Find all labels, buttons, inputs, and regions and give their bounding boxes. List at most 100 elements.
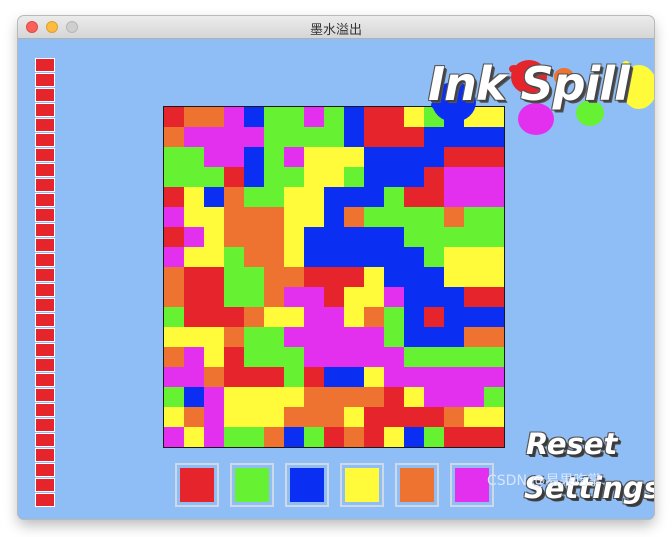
move-remaining-cell [35,388,55,402]
board-cell [444,187,464,207]
board-cell [244,227,264,247]
board-cell [184,427,204,447]
board-cell [264,387,284,407]
board-cell [264,207,284,227]
board-cell [384,107,404,127]
board-cell [484,287,504,307]
board-cell [164,187,184,207]
board-cell [304,187,324,207]
board-cell [344,427,364,447]
move-remaining-cell [35,403,55,417]
board-cell [164,227,184,247]
move-remaining-cell [35,358,55,372]
board-cell [444,227,464,247]
board-cell [164,147,184,167]
board-cell [264,407,284,427]
board-cell [304,287,324,307]
board-cell [464,367,484,387]
board-cell [384,247,404,267]
board-cell [364,227,384,247]
board-cell [264,147,284,167]
board-cell [284,307,304,327]
board-cell [204,187,224,207]
move-remaining-cell [35,118,55,132]
reset-button[interactable]: Reset [526,427,617,461]
board-cell [204,427,224,447]
board-cell [424,147,444,167]
board-cell [204,147,224,167]
board-cell [224,187,244,207]
move-remaining-cell [35,433,55,447]
board-cell [184,147,204,167]
board-cell [384,327,404,347]
board-cell [244,427,264,447]
board-cell [464,387,484,407]
board-cell [344,207,364,227]
board-cell [444,387,464,407]
board-cell [444,407,464,427]
board-cell [484,387,504,407]
board-cell [304,427,324,447]
board-cell [324,387,344,407]
color-swatch [235,468,269,502]
move-remaining-cell [35,208,55,222]
board-cell [364,407,384,427]
board-cell [344,227,364,247]
move-remaining-cell [35,313,55,327]
board-cell [364,147,384,167]
board-cell [264,267,284,287]
color-button-o[interactable] [395,463,439,507]
board-cell [404,367,424,387]
board-cell [384,287,404,307]
color-button-g[interactable] [230,463,274,507]
board-cell [304,147,324,167]
board-cell [264,227,284,247]
board-cell [224,247,244,267]
color-swatch [290,468,324,502]
board-cell [464,327,484,347]
board-cell [464,147,484,167]
board-cell [444,327,464,347]
board-cell [484,307,504,327]
move-remaining-cell [35,238,55,252]
board-cell [224,267,244,287]
board-cell [404,147,424,167]
board-cell [364,207,384,227]
board-cell [484,187,504,207]
board-cell [364,127,384,147]
board-cell [224,387,244,407]
board-cell [484,327,504,347]
board-cell [184,367,204,387]
color-button-b[interactable] [285,463,329,507]
board-cell [444,367,464,387]
board-cell [284,367,304,387]
board-cell [424,307,444,327]
board-cell [404,287,424,307]
board-cell [164,347,184,367]
board-cell [444,207,464,227]
color-button-r[interactable] [175,463,219,507]
board-cell [464,207,484,227]
board-cell [344,407,364,427]
board-cell [184,387,204,407]
board-cell [204,167,224,187]
board-cell [404,387,424,407]
board-cell [304,387,324,407]
board-cell [304,227,324,247]
board-cell [244,127,264,147]
board-cell [404,167,424,187]
board-cell [464,227,484,247]
board-cell [324,147,344,167]
board-cell [304,347,324,367]
board-cell [164,167,184,187]
board-cell [324,227,344,247]
board-cell [324,247,344,267]
board-cell [184,187,204,207]
color-button-y[interactable] [340,463,384,507]
board-cell [384,267,404,287]
board-cell [484,267,504,287]
board-cell [344,267,364,287]
board-cell [184,307,204,327]
board-cell [184,267,204,287]
board-cell [204,287,224,307]
